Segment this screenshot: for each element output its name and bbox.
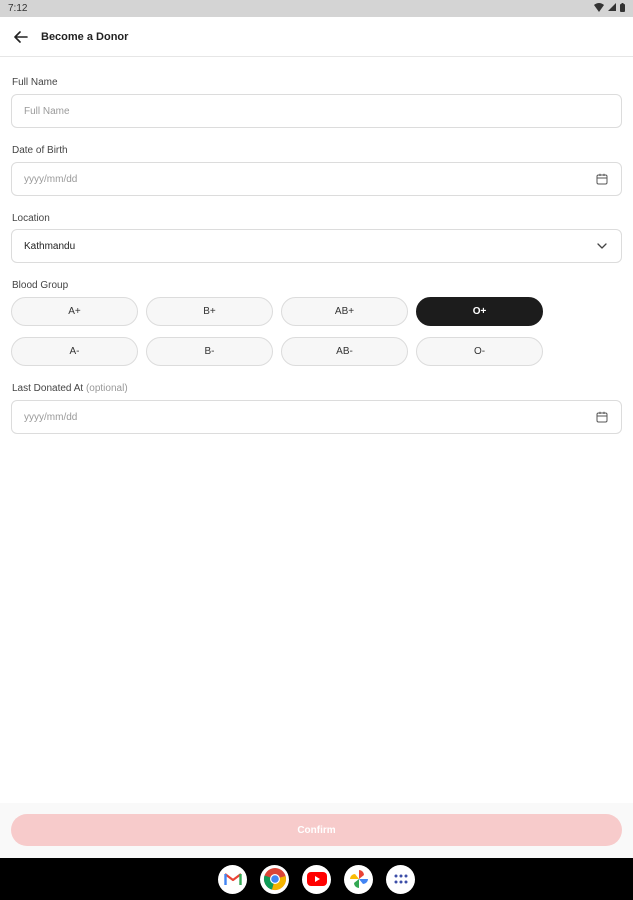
full-name-field[interactable]	[11, 94, 622, 128]
chevron-down-icon[interactable]	[595, 239, 609, 253]
last-donated-input[interactable]	[24, 411, 596, 423]
wifi-icon	[594, 2, 604, 15]
blood-group-chip-o-positive[interactable]: O+	[416, 297, 543, 326]
blood-group-chip-b-negative[interactable]: B-	[146, 337, 273, 366]
location-label: Location	[12, 213, 50, 224]
chrome-icon[interactable]	[260, 864, 289, 894]
last-donated-field[interactable]	[11, 400, 622, 434]
last-donated-label-text: Last Donated At	[12, 383, 84, 394]
blood-group-chip-a-positive[interactable]: A+	[11, 297, 138, 326]
blood-group-chip-b-positive[interactable]: B+	[146, 297, 273, 326]
status-time: 7:12	[8, 3, 28, 14]
date-of-birth-field[interactable]	[11, 162, 622, 196]
signal-icon	[608, 3, 616, 14]
app-drawer-icon[interactable]	[386, 864, 415, 894]
blood-group-chip-ab-positive[interactable]: AB+	[281, 297, 408, 326]
blood-group-chip-ab-negative[interactable]: AB-	[281, 337, 408, 366]
photos-icon[interactable]	[344, 864, 373, 894]
date-of-birth-label: Date of Birth	[12, 145, 68, 156]
location-select[interactable]: Kathmandu	[11, 229, 622, 263]
status-icons	[594, 2, 625, 15]
status-bar: 7:12	[0, 0, 633, 17]
youtube-icon[interactable]	[302, 864, 331, 894]
calendar-icon[interactable]	[595, 172, 609, 186]
location-value: Kathmandu	[24, 240, 76, 252]
blood-group-label: Blood Group	[12, 280, 69, 291]
page-title: Become a Donor	[41, 30, 129, 43]
last-donated-label: Last Donated At (optional)	[12, 383, 128, 394]
battery-icon	[620, 2, 625, 15]
optional-hint: (optional)	[85, 383, 128, 394]
app-bar: Become a Donor	[0, 17, 633, 57]
date-of-birth-input[interactable]	[24, 173, 596, 185]
blood-group-chip-a-negative[interactable]: A-	[11, 337, 138, 366]
full-name-input[interactable]	[24, 105, 609, 117]
calendar-icon[interactable]	[595, 410, 609, 424]
become-donor-screen: 7:12 Become a Donor Full Name Date of Bi…	[0, 0, 633, 900]
gmail-icon[interactable]	[218, 864, 247, 894]
back-arrow-icon[interactable]	[12, 28, 30, 46]
confirm-button[interactable]: Confirm	[11, 814, 622, 846]
system-dock	[0, 858, 633, 900]
blood-group-chip-o-negative[interactable]: O-	[416, 337, 543, 366]
full-name-label: Full Name	[12, 77, 58, 88]
